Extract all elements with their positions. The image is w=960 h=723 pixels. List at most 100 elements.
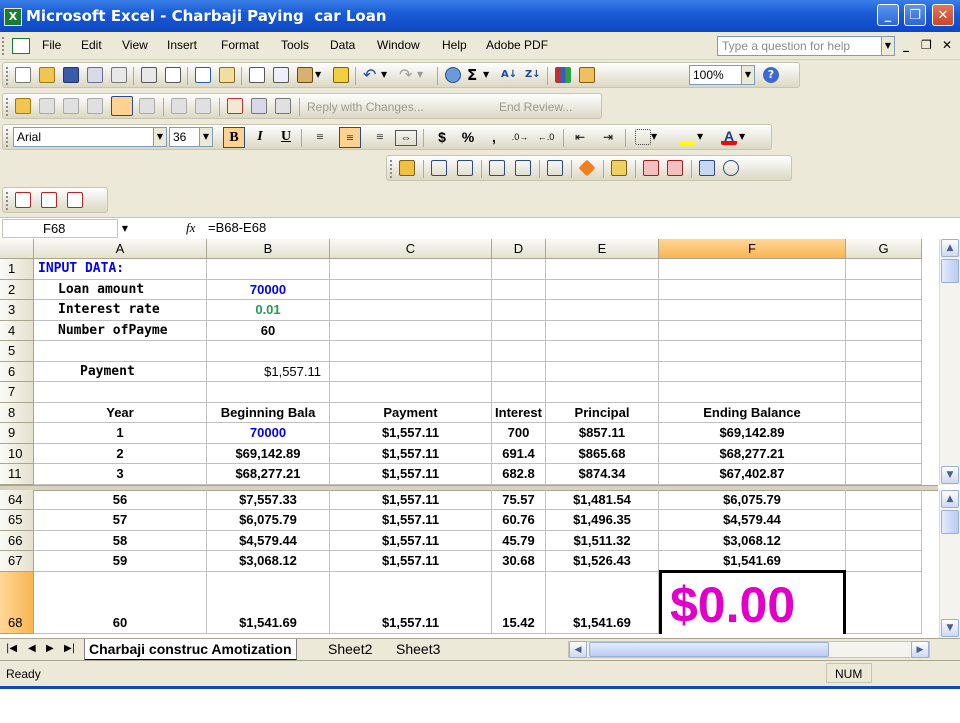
empty-cell[interactable] — [846, 530, 922, 551]
print-preview-icon[interactable] — [165, 67, 181, 83]
menu-help[interactable]: Help — [442, 38, 467, 52]
cell-a6[interactable]: Payment — [34, 361, 207, 382]
menu-grip[interactable] — [2, 37, 7, 55]
fill-color-dropdown-icon[interactable]: ▼ — [697, 129, 713, 145]
empty-cell[interactable] — [330, 300, 492, 321]
cell-a11[interactable]: 3 — [34, 464, 207, 485]
cell-b10[interactable]: $69,142.89 — [207, 443, 330, 464]
borders-dropdown-icon[interactable]: ▼ — [651, 129, 667, 145]
row-header-11[interactable]: 11 — [0, 464, 34, 485]
empty-cell[interactable] — [330, 279, 492, 300]
insert-function-icon[interactable]: fx — [186, 220, 195, 236]
font-size-select[interactable]: 36 — [169, 127, 201, 147]
increase-decimal-icon[interactable]: .0→ — [509, 127, 531, 148]
row-header-4[interactable]: 4 — [0, 320, 34, 341]
cell-f66[interactable]: $3,068.12 — [659, 530, 846, 551]
cell-e8[interactable]: Principal — [546, 402, 659, 423]
comma-style-button[interactable]: , — [483, 127, 505, 148]
sheet-tab-active[interactable]: Charbaji construc Amotization — [84, 639, 297, 661]
cell-d68[interactable]: 15.42 — [492, 571, 546, 634]
cell-c66[interactable]: $1,557.11 — [330, 530, 492, 551]
help-icon[interactable]: ? — [763, 67, 779, 83]
empty-cell[interactable] — [846, 423, 922, 444]
increase-indent-icon[interactable]: ⇥ — [597, 127, 619, 148]
empty-cell[interactable] — [846, 279, 922, 300]
empty-cell[interactable] — [546, 300, 659, 321]
name-box[interactable]: F68 — [2, 219, 118, 238]
italic-button[interactable]: I — [249, 127, 271, 148]
empty-cell[interactable] — [492, 341, 546, 362]
cell-a4[interactable]: Number ofPayme — [34, 320, 207, 341]
fill-color-icon[interactable] — [679, 129, 695, 145]
remove-precedent-arrows-icon[interactable] — [457, 160, 473, 176]
empty-cell[interactable] — [846, 341, 922, 362]
cell-b64[interactable]: $7,557.33 — [207, 489, 330, 510]
cell-b68[interactable]: $1,541.69 — [207, 571, 330, 634]
zoom-select[interactable]: 100% — [689, 65, 743, 85]
empty-cell[interactable] — [330, 259, 492, 280]
percent-button[interactable]: % — [457, 127, 479, 148]
empty-cell[interactable] — [330, 361, 492, 382]
empty-cell[interactable] — [330, 320, 492, 341]
cell-b6[interactable]: $1,557.11 — [207, 361, 330, 382]
empty-cell[interactable] — [34, 341, 207, 362]
scroll-right-button[interactable]: ▶ — [911, 641, 929, 658]
cell-c68[interactable]: $1,557.11 — [330, 571, 492, 634]
empty-cell[interactable] — [546, 341, 659, 362]
menu-data[interactable]: Data — [330, 38, 355, 52]
cell-e10[interactable]: $865.68 — [546, 443, 659, 464]
sheet-tab-sheet2[interactable]: Sheet2 — [324, 639, 376, 659]
paste-icon[interactable] — [297, 67, 313, 83]
watch-window-icon[interactable] — [699, 160, 715, 176]
cell-f65[interactable]: $4,579.44 — [659, 510, 846, 531]
empty-cell[interactable] — [492, 361, 546, 382]
permission-icon[interactable] — [87, 67, 103, 83]
empty-cell[interactable] — [546, 259, 659, 280]
cell-a64[interactable]: 56 — [34, 489, 207, 510]
align-right-icon[interactable]: ≡ — [369, 127, 391, 148]
track-changes-icon[interactable] — [227, 98, 243, 114]
align-center-icon[interactable]: ≡ — [339, 127, 361, 148]
font-size-dropdown-arrow[interactable]: ▼ — [199, 127, 213, 147]
menu-format[interactable]: Format — [221, 38, 259, 52]
trace-dependents-icon[interactable] — [489, 160, 505, 176]
empty-cell[interactable] — [492, 259, 546, 280]
cell-a2[interactable]: Loan amount — [34, 279, 207, 300]
vertical-scroll-thumb[interactable] — [941, 509, 959, 534]
font-color-icon[interactable]: A — [721, 129, 737, 145]
empty-cell[interactable] — [659, 361, 846, 382]
paste-dropdown-icon[interactable]: ▼ — [315, 67, 331, 83]
cell-d11[interactable]: 682.8 — [492, 464, 546, 485]
empty-cell[interactable] — [546, 382, 659, 403]
cell-c11[interactable]: $1,557.11 — [330, 464, 492, 485]
cut-icon[interactable] — [249, 67, 265, 83]
column-header-g[interactable]: G — [846, 239, 922, 259]
cell-e11[interactable]: $874.34 — [546, 464, 659, 485]
empty-cell[interactable] — [846, 300, 922, 321]
convert-and-review-pdf-icon[interactable] — [67, 192, 83, 208]
cell-e9[interactable]: $857.11 — [546, 423, 659, 444]
vertical-scrollbar-bottom-pane[interactable]: ▲ ▼ — [939, 489, 960, 638]
empty-cell[interactable] — [659, 320, 846, 341]
empty-cell[interactable] — [846, 489, 922, 510]
cell-b2[interactable]: 70000 — [207, 279, 330, 300]
worksheet-grid[interactable]: A B C D E F G 1 INPUT DATA: 2 Loan amount 70000 3 Int… — [0, 239, 960, 638]
row-header-64[interactable]: 64 — [0, 489, 34, 510]
column-header-f[interactable]: F — [659, 239, 846, 259]
column-header-d[interactable]: D — [492, 239, 546, 259]
cell-b4[interactable]: 60 — [207, 320, 330, 341]
cell-b67[interactable]: $3,068.12 — [207, 551, 330, 572]
toolbar-grip[interactable] — [6, 67, 11, 85]
empty-cell[interactable] — [207, 382, 330, 403]
column-header-a[interactable]: A — [34, 239, 207, 259]
empty-cell[interactable] — [846, 464, 922, 485]
clear-validation-circles-icon[interactable] — [667, 160, 683, 176]
cell-d9[interactable]: 700 — [492, 423, 546, 444]
workbook-restore-button[interactable]: ❐ — [921, 38, 932, 52]
open-icon[interactable] — [39, 67, 55, 83]
empty-cell[interactable] — [207, 259, 330, 280]
minimize-button[interactable]: _ — [877, 4, 899, 26]
menu-edit[interactable]: Edit — [81, 38, 102, 52]
cell-c9[interactable]: $1,557.11 — [330, 423, 492, 444]
decrease-indent-icon[interactable]: ⇤ — [569, 127, 591, 148]
